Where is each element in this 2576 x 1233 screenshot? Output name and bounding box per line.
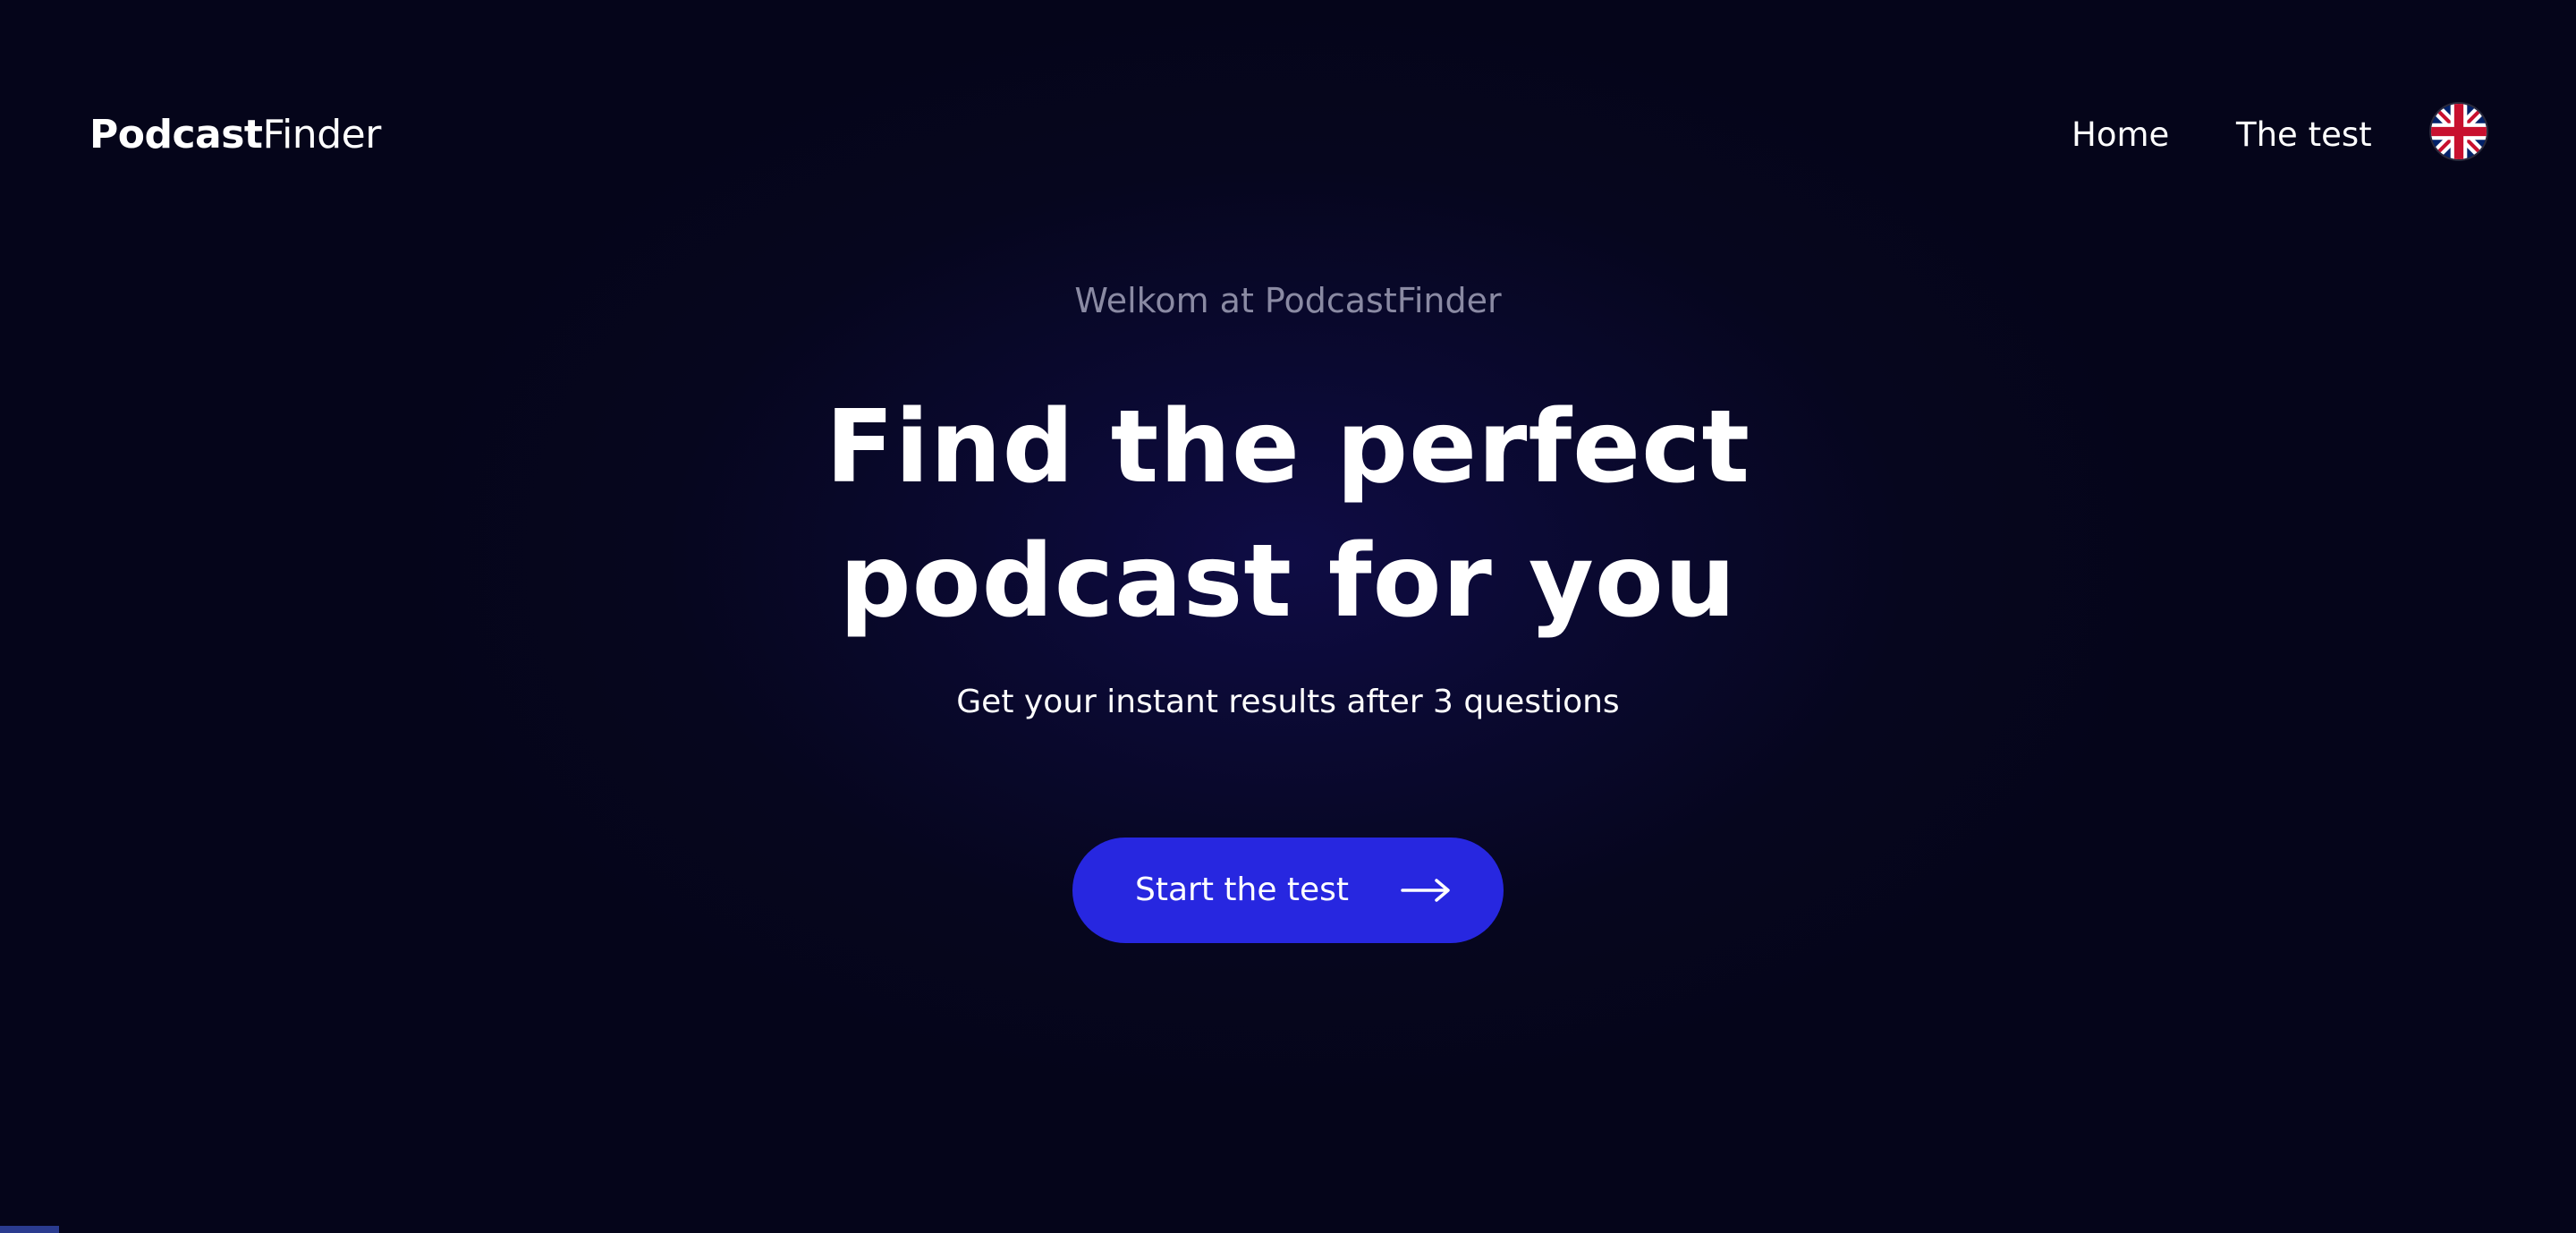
- language-selector[interactable]: [2431, 104, 2487, 159]
- logo-light-text: Finder: [262, 112, 381, 157]
- hero-headline-line-2: podcast for you: [839, 523, 1737, 640]
- nav-link-the-test[interactable]: The test: [2236, 115, 2372, 156]
- hero-headline: Find the perfect podcast for you: [0, 380, 2576, 649]
- hero-subtitle: Get your instant results after 3 questio…: [956, 684, 1620, 720]
- logo-bold-text: Podcast: [89, 112, 263, 157]
- start-test-button-label: Start the test: [1135, 872, 1350, 908]
- arrow-right-icon: [1401, 879, 1450, 902]
- navbar: PodcastFinder Home The test: [0, 0, 2576, 268]
- start-test-button[interactable]: Start the test: [1072, 838, 1504, 943]
- corner-accent: [0, 1226, 59, 1233]
- welcome-eyebrow: Welkom at PodcastFinder: [1074, 281, 1502, 320]
- nav-link-home[interactable]: Home: [2072, 115, 2169, 156]
- hero-headline-line-1: Find the perfect: [825, 389, 1750, 506]
- uk-flag-icon: [2431, 104, 2487, 159]
- page: PodcastFinder Home The test Welkom at Po…: [0, 0, 2576, 1233]
- logo[interactable]: PodcastFinder: [89, 111, 381, 159]
